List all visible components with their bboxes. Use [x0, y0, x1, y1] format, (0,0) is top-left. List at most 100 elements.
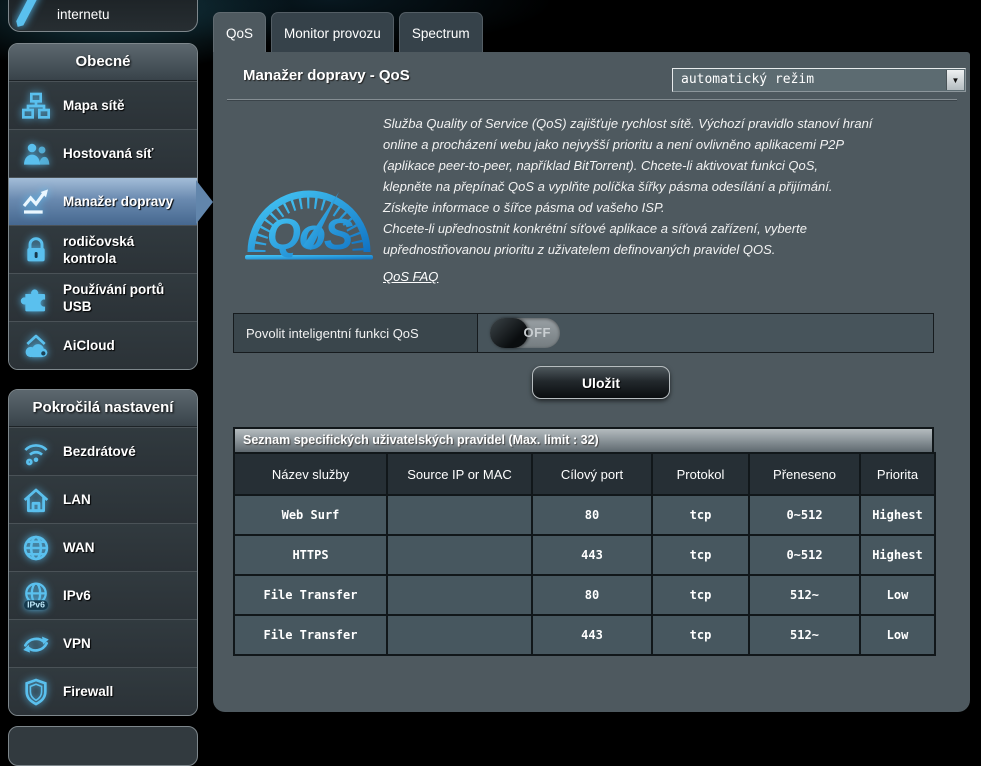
table-row: Web Surf 80 tcp 0~512 Highest	[234, 495, 935, 535]
cell-port: 443	[532, 615, 652, 655]
qos-description-block: Služba Quality of Service (QoS) zajišťuj…	[383, 113, 942, 286]
col-service-name: Název služby	[234, 453, 387, 495]
cell-protocol: tcp	[652, 495, 749, 535]
section-title-advanced: Pokročilá nastavení	[9, 390, 197, 427]
toggle-knob[interactable]	[490, 318, 528, 348]
table-row: HTTPS 443 tcp 0~512 Highest	[234, 535, 935, 575]
cell-port: 80	[532, 495, 652, 535]
enable-qos-label: Povolit inteligentní funkci QoS	[234, 314, 478, 352]
title-divider	[227, 99, 957, 101]
sidebar-item-label: Bezdrátové	[63, 443, 136, 460]
qos-mode-value: automatický režim	[681, 69, 814, 91]
col-dest-port: Cílový port	[532, 453, 652, 495]
sidebar-item-firewall[interactable]: Firewall	[9, 667, 197, 715]
sidebar-section-general: Obecné Mapa sítě Hostovaná síť	[8, 43, 198, 370]
sidebar-item-wan[interactable]: WAN	[9, 523, 197, 571]
cell-protocol: tcp	[652, 575, 749, 615]
tab-spectrum[interactable]: Spectrum	[399, 12, 483, 53]
sidebar-item-label: Používání portů USB	[63, 281, 191, 315]
wan-globe-icon	[19, 532, 53, 564]
page-title: Manažer dopravy - QoS	[243, 67, 410, 84]
sidebar-item-label: rodičovská kontrola	[63, 233, 191, 267]
cell-transferred: 512~	[749, 575, 860, 615]
cell-port: 80	[532, 575, 652, 615]
qos-toggle-switch[interactable]: OFF	[490, 318, 560, 348]
sidebar-item-label: Mapa sítě	[63, 97, 125, 114]
network-map-icon	[19, 90, 53, 122]
rules-table: Název služby Source IP or MAC Cílový por…	[233, 452, 936, 656]
sidebar-item-network-map[interactable]: Mapa sítě	[9, 81, 197, 129]
sidebar-item-parental-control[interactable]: rodičovská kontrola	[9, 225, 197, 273]
sidebar-item-label: Manažer dopravy	[63, 193, 173, 210]
vpn-arrows-icon	[19, 628, 53, 660]
cell-service: HTTPS	[234, 535, 387, 575]
tab-qos[interactable]: QoS	[213, 12, 266, 53]
sidebar-item-lan[interactable]: LAN	[9, 475, 197, 523]
sidebar-item-wireless[interactable]: Bezdrátové	[9, 427, 197, 475]
pen-icon	[12, 0, 46, 30]
ipv6-globe-icon: IPv6	[19, 580, 53, 612]
parental-control-lock-icon	[19, 234, 53, 266]
lan-house-icon	[19, 484, 53, 516]
aicloud-icon	[19, 330, 53, 362]
table-row: File Transfer 443 tcp 512~ Low	[234, 615, 935, 655]
table-header-row: Název služby Source IP or MAC Cílový por…	[234, 453, 935, 495]
qos-speedometer-logo: QoS	[243, 156, 375, 272]
sidebar-section-advanced: Pokročilá nastavení Bezdrátové LAN	[8, 389, 198, 716]
cell-port: 443	[532, 535, 652, 575]
col-protocol: Protokol	[652, 453, 749, 495]
cell-transferred: 0~512	[749, 535, 860, 575]
sidebar-item-label: WAN	[63, 539, 95, 556]
col-priority: Priorita	[860, 453, 935, 495]
sidebar-item-ipv6[interactable]: IPv6 IPv6	[9, 571, 197, 619]
sidebar-item-label: Firewall	[63, 683, 113, 700]
col-transferred: Přeneseno	[749, 453, 860, 495]
dropdown-arrow-icon[interactable]: ▼	[946, 70, 964, 90]
sidebar-item-guest-network[interactable]: Hostovaná síť	[9, 129, 197, 177]
cell-source	[387, 575, 532, 615]
sidebar-item-traffic-manager[interactable]: Manažer dopravy	[9, 177, 197, 225]
cell-source	[387, 495, 532, 535]
qos-description: Služba Quality of Service (QoS) zajišťuj…	[383, 113, 942, 260]
sidebar-item-aicloud[interactable]: AiCloud	[9, 321, 197, 369]
enable-qos-control-cell: OFF	[478, 314, 933, 352]
save-button[interactable]: Uložit	[532, 366, 670, 399]
cell-service: File Transfer	[234, 615, 387, 655]
qos-faq-link[interactable]: QoS FAQ	[383, 269, 438, 284]
firewall-shield-icon	[19, 676, 53, 708]
cell-source	[387, 535, 532, 575]
tab-bar: QoS Monitor provozu Spectrum	[213, 12, 483, 53]
sidebar-item-usb-application[interactable]: Používání portů USB	[9, 273, 197, 321]
cell-priority: Highest	[860, 495, 935, 535]
tab-traffic-monitor[interactable]: Monitor provozu	[271, 12, 394, 53]
sidebar-item-label: LAN	[63, 491, 91, 508]
section-title-general: Obecné	[9, 44, 197, 81]
main-panel: Manažer dopravy - QoS automatický režim …	[213, 52, 970, 712]
sidebar-item-label: AiCloud	[63, 337, 115, 354]
cell-service: File Transfer	[234, 575, 387, 615]
cell-protocol: tcp	[652, 535, 749, 575]
cell-service: Web Surf	[234, 495, 387, 535]
cell-transferred: 0~512	[749, 495, 860, 535]
svg-text:IPv6: IPv6	[27, 599, 45, 609]
cell-transferred: 512~	[749, 615, 860, 655]
cell-priority: Highest	[860, 535, 935, 575]
svg-text:QoS: QoS	[267, 210, 353, 259]
table-row: File Transfer 80 tcp 512~ Low	[234, 575, 935, 615]
sidebar-item-vpn[interactable]: VPN	[9, 619, 197, 667]
cell-source	[387, 615, 532, 655]
rules-table-title: Seznam specifických uživatelských pravid…	[233, 427, 934, 452]
usb-app-puzzle-icon	[19, 282, 53, 314]
cell-priority: Low	[860, 615, 935, 655]
selected-item-arrow	[196, 180, 213, 224]
traffic-manager-icon	[19, 186, 53, 218]
sidebar-section-partial	[8, 726, 198, 766]
qos-mode-select[interactable]: automatický režim ▼	[672, 68, 966, 92]
cell-protocol: tcp	[652, 615, 749, 655]
col-source-ip: Source IP or MAC	[387, 453, 532, 495]
wireless-icon	[19, 436, 53, 468]
enable-qos-row: Povolit inteligentní funkci QoS OFF	[233, 313, 934, 353]
sidebar-item-label: IPv6	[63, 587, 91, 604]
cell-priority: Low	[860, 575, 935, 615]
guest-network-icon	[19, 138, 53, 170]
